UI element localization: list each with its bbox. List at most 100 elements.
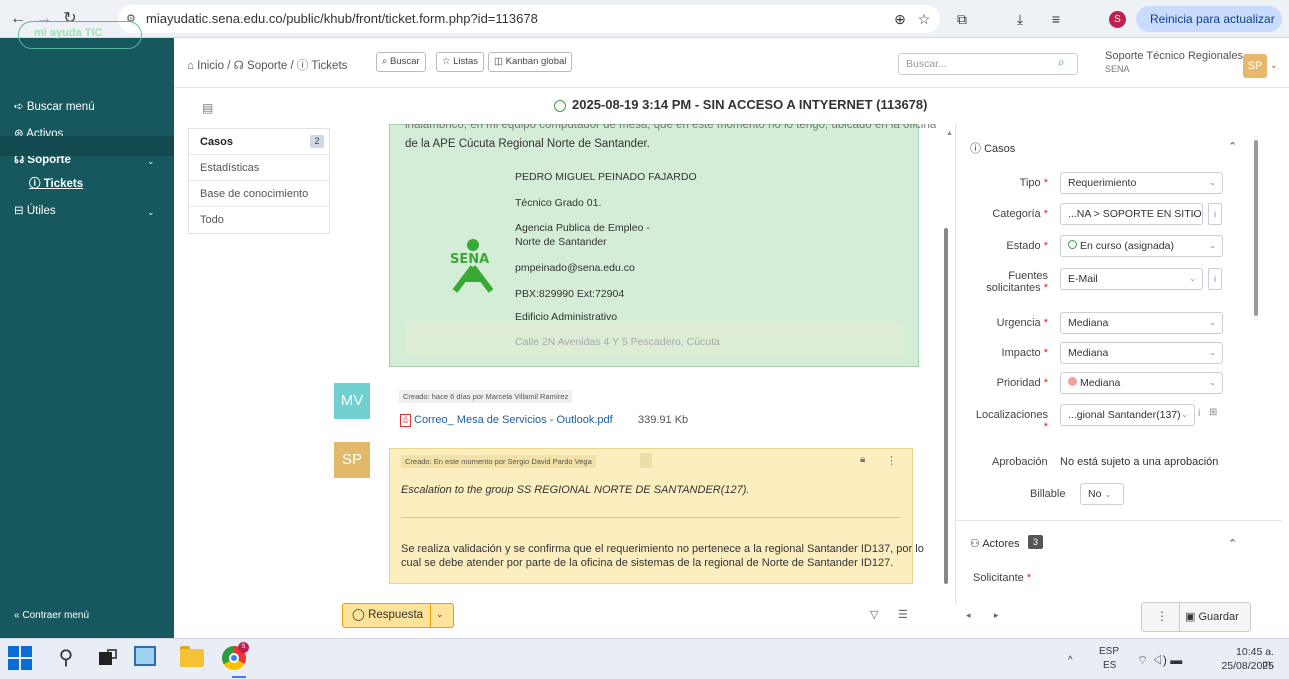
reply-separator xyxy=(430,604,431,627)
chevron-down-icon[interactable]: ⌄ xyxy=(436,609,444,620)
save-icon: ▣ xyxy=(1185,611,1199,623)
chevron-down-icon: ⌄ xyxy=(1104,490,1112,499)
windows-start-icon[interactable] xyxy=(8,646,32,670)
search-button[interactable]: ⌕ Buscar xyxy=(376,52,426,72)
impacto-select[interactable]: Mediana ⌄ xyxy=(1060,342,1223,364)
user-avatar[interactable]: SP xyxy=(1243,54,1267,78)
actores-section-header[interactable]: ⚇ Actores xyxy=(970,537,1020,550)
language-code[interactable]: ESP xyxy=(1099,646,1119,657)
clock-date[interactable]: 25/08/2025 xyxy=(1212,660,1274,672)
search-placeholder: Buscar... xyxy=(906,58,947,70)
media-icon[interactable]: ≡ xyxy=(1046,9,1066,29)
field-label-categoria: Categoría * xyxy=(992,208,1048,220)
casos-count-badge: 2 xyxy=(310,135,324,148)
bookmark-star-icon[interactable]: ☆ xyxy=(914,9,934,29)
created-info: Creado: hace 6 días por Marcela Villamil… xyxy=(399,390,573,403)
logo-text: mi ayuda TIC xyxy=(34,27,103,39)
button-separator xyxy=(1179,603,1180,631)
status-circle-icon xyxy=(1068,240,1077,249)
billable-select[interactable]: No ⌄ xyxy=(1080,483,1124,505)
tab-todo[interactable]: Todo xyxy=(189,207,329,233)
info-icon[interactable]: i xyxy=(1208,203,1222,225)
signature-name: PEDRO MIGUEL PEINADO FAJARDO xyxy=(515,171,697,183)
next-icon[interactable]: ▸ xyxy=(994,610,999,621)
chevron-up-icon[interactable]: ^ xyxy=(1068,655,1073,666)
update-button[interactable]: Reinicia para actualizar ⋮ xyxy=(1136,6,1282,52)
chevron-down-icon[interactable]: ⌄ xyxy=(1270,60,1278,71)
arrow-right-icon: ➪ xyxy=(14,101,27,113)
info-icon[interactable]: i xyxy=(1208,268,1222,290)
timeline-scrollbar[interactable] xyxy=(944,228,948,584)
sidebar-item-buscar-menu[interactable]: ➪ Buscar menú xyxy=(14,97,95,117)
chevron-up-icon[interactable]: ⌃ xyxy=(1228,140,1237,153)
more-actions-icon[interactable]: ⋮ xyxy=(1156,609,1168,623)
casos-section-header[interactable]: ⓘ Casos xyxy=(970,140,1015,156)
ticket-properties-panel xyxy=(955,124,1285,604)
lock-icon[interactable]: 🔒︎ xyxy=(860,454,865,465)
filter-icon[interactable]: ▽ xyxy=(870,608,878,621)
kanban-button[interactable]: ◫ Kanban global xyxy=(488,52,573,72)
task-view-icon[interactable] xyxy=(96,646,120,670)
chat-icon: ◯ xyxy=(352,609,369,621)
wifi-volume-battery-icons[interactable]: ⌔ ◁) ▬ xyxy=(1137,653,1182,668)
breadcrumb-soporte[interactable]: Soporte xyxy=(247,60,287,72)
map-icon[interactable]: ⊞ xyxy=(1209,407,1217,418)
field-label-fuentes: Fuentes solicitantes * xyxy=(986,270,1048,294)
chevron-down-icon: ⌄ xyxy=(1189,209,1196,218)
sidebar-item-tickets-row[interactable] xyxy=(0,136,174,156)
categoria-select[interactable]: ...NA > SOPORTE EN SITIO ⌄ xyxy=(1060,203,1203,225)
zoom-icon[interactable]: ⊕ xyxy=(890,9,910,29)
tab-estadisticas[interactable]: Estadísticas xyxy=(189,155,329,181)
sort-icon[interactable]: ☰ xyxy=(898,608,908,621)
signature-email: pmpeinado@sena.edu.co xyxy=(515,262,635,274)
ticket-icon: ⓘ xyxy=(296,60,312,72)
more-options-icon[interactable]: ⋮ xyxy=(886,454,897,467)
created-info: Creado: En este momento por Sergio David… xyxy=(401,455,596,468)
info-icon[interactable]: i xyxy=(1198,408,1200,419)
created-info-pad xyxy=(640,453,652,468)
scroll-up-icon[interactable]: ▲ xyxy=(946,130,953,137)
priority-dot-icon xyxy=(1068,377,1077,386)
lists-button[interactable]: ☆ Listas xyxy=(436,52,484,72)
breadcrumb-tickets[interactable]: Tickets xyxy=(311,60,347,72)
tipo-select[interactable]: Requerimiento ⌄ xyxy=(1060,172,1223,194)
attachment-link[interactable]: Correo_ Mesa de Servicios - Outlook.pdf xyxy=(414,414,613,426)
user-profile-title[interactable]: Soporte Técnico Regionales xyxy=(1105,50,1243,62)
author-avatar: MV xyxy=(334,383,370,419)
ticket-icon: ⓘ xyxy=(29,178,44,190)
sidebar-item-tickets[interactable]: ⓘ Tickets xyxy=(29,174,83,194)
list-view-icon[interactable]: ▤ xyxy=(202,101,213,115)
sena-logo: SENA xyxy=(447,237,499,295)
field-label-estado: Estado * xyxy=(1006,240,1048,252)
urgencia-select[interactable]: Mediana ⌄ xyxy=(1060,312,1223,334)
tab-casos[interactable]: Casos xyxy=(189,129,329,155)
localizaciones-select[interactable]: ...gional Santander(137) ⌄ xyxy=(1060,404,1195,426)
download-icon[interactable]: ⤓ xyxy=(1010,9,1030,29)
extensions-icon[interactable]: ⧉ xyxy=(952,9,972,29)
keyboard-layout[interactable]: ES xyxy=(1103,660,1116,671)
previous-icon[interactable]: ◂ xyxy=(966,610,971,621)
chevron-up-icon[interactable]: ⌃ xyxy=(1228,537,1237,550)
user-entity: SENA xyxy=(1105,64,1130,74)
chevron-down-icon: ⌄ xyxy=(1189,274,1196,283)
status-circle-icon xyxy=(554,100,566,112)
prioridad-select[interactable]: Mediana ⌄ xyxy=(1060,372,1223,394)
breadcrumb-inicio[interactable]: Inicio xyxy=(197,60,224,72)
file-explorer-icon[interactable] xyxy=(180,649,204,667)
tab-base-conocimiento[interactable]: Base de conocimiento xyxy=(189,181,329,207)
search-icon[interactable]: ⚲ xyxy=(54,646,78,670)
fuentes-select[interactable]: E-Mail ⌄ xyxy=(1060,268,1203,290)
aprobacion-label: Aprobación xyxy=(992,456,1048,468)
profile-avatar[interactable]: S xyxy=(1109,11,1126,28)
followup-body-line1: Se realiza validación y se confirma que … xyxy=(401,543,924,555)
billable-label: Billable xyxy=(1030,488,1066,500)
panel-scrollbar[interactable] xyxy=(1254,140,1258,316)
estado-select[interactable]: En curso (asignada) ⌄ xyxy=(1060,235,1223,257)
save-button[interactable]: ▣ Guardar xyxy=(1185,610,1239,623)
collapse-menu-button[interactable]: « Contraer menú xyxy=(14,606,89,626)
sidebar-item-utiles[interactable]: ⊟ Útiles xyxy=(14,201,56,221)
search-icon[interactable]: ⌕ xyxy=(1058,55,1065,70)
remote-desktop-icon[interactable] xyxy=(134,646,156,666)
attachment-size: 339.91 Kb xyxy=(638,414,689,426)
followup-body-line2: cual se debe atender por parte de la ofi… xyxy=(401,557,894,569)
